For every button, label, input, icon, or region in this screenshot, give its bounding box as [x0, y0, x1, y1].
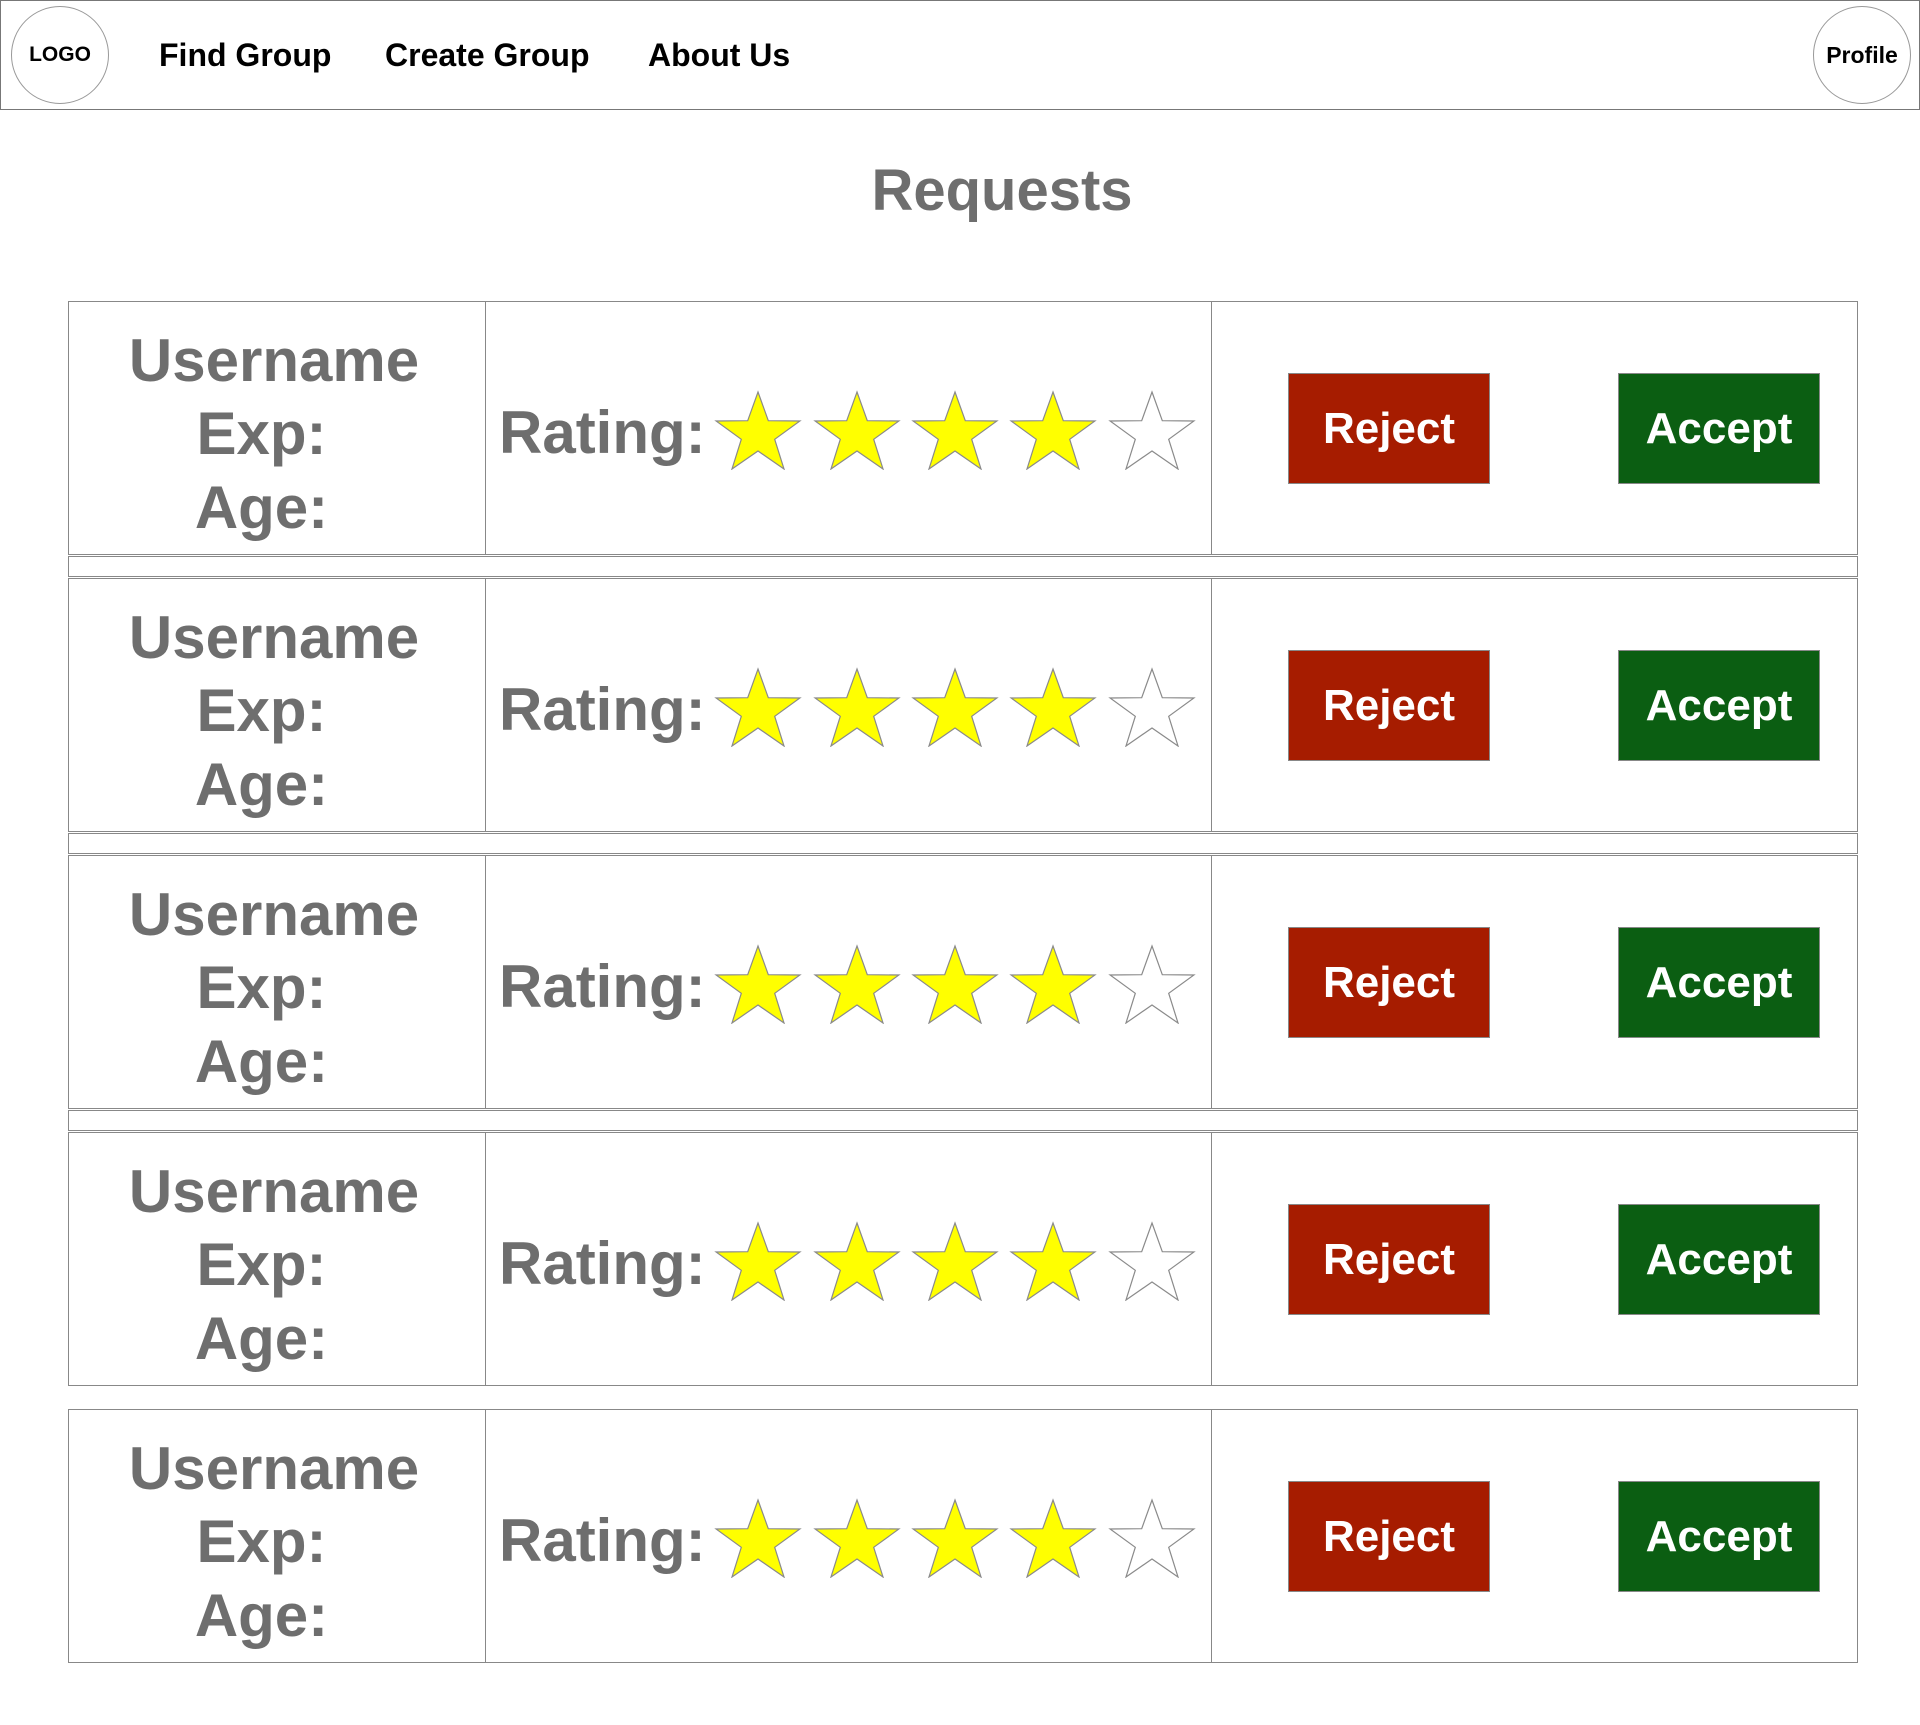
age-label: Age: — [194, 474, 329, 541]
star-empty-icon — [1108, 944, 1196, 1024]
column-divider — [485, 302, 486, 554]
accept-button[interactable]: Accept — [1618, 1204, 1820, 1315]
age-label: Age: — [194, 1028, 329, 1095]
star-filled-icon — [813, 1221, 901, 1301]
logo[interactable]: LOGO — [11, 6, 109, 104]
top-navbar: LOGO Find Group Create Group About Us Pr… — [0, 0, 1920, 110]
star-empty-icon — [1108, 1498, 1196, 1578]
age-label: Age: — [194, 751, 329, 818]
request-card: Username Exp: Age: Rating: Reject Accept — [68, 855, 1858, 1109]
star-filled-icon — [911, 1498, 999, 1578]
page-title: Requests — [871, 158, 1133, 223]
nav-link-about-us[interactable]: About Us — [648, 37, 790, 74]
reject-button[interactable]: Reject — [1288, 650, 1490, 761]
applicant-info: Username Exp: Age: — [69, 579, 479, 831]
column-divider — [485, 856, 486, 1108]
reject-button[interactable]: Reject — [1288, 1481, 1490, 1592]
rating-label: Rating: — [499, 1230, 706, 1297]
request-card: Username Exp: Age: Rating: Reject Accept — [68, 1409, 1858, 1663]
column-divider — [1211, 1410, 1212, 1662]
row-separator — [68, 833, 1858, 854]
reject-button[interactable]: Reject — [1288, 373, 1490, 484]
experience-label: Exp: — [196, 677, 327, 744]
star-filled-icon — [714, 1221, 802, 1301]
star-filled-icon — [911, 667, 999, 747]
star-empty-icon — [1108, 390, 1196, 470]
star-filled-icon — [714, 1498, 802, 1578]
star-filled-icon — [1009, 944, 1097, 1024]
column-divider — [1211, 302, 1212, 554]
applicant-info: Username Exp: Age: — [69, 1410, 479, 1662]
column-divider — [485, 1133, 486, 1385]
request-card: Username Exp: Age: Rating: Reject Accept — [68, 578, 1858, 832]
request-card: Username Exp: Age: Rating: Reject Accept — [68, 1132, 1858, 1386]
column-divider — [485, 1410, 486, 1662]
rating-label: Rating: — [499, 399, 706, 466]
star-filled-icon — [813, 1498, 901, 1578]
star-filled-icon — [714, 667, 802, 747]
nav-link-create-group[interactable]: Create Group — [385, 37, 589, 74]
rating-label: Rating: — [499, 1507, 706, 1574]
column-divider — [1211, 1133, 1212, 1385]
experience-label: Exp: — [196, 1508, 327, 1575]
experience-label: Exp: — [196, 1231, 327, 1298]
column-divider — [485, 579, 486, 831]
experience-label: Exp: — [196, 400, 327, 467]
column-divider — [1211, 579, 1212, 831]
applicant-info: Username Exp: Age: — [69, 302, 479, 554]
rating-label: Rating: — [499, 676, 706, 743]
star-filled-icon — [714, 944, 802, 1024]
reject-button[interactable]: Reject — [1288, 927, 1490, 1038]
username-label: Username — [128, 604, 420, 671]
accept-button[interactable]: Accept — [1618, 373, 1820, 484]
star-filled-icon — [911, 944, 999, 1024]
star-filled-icon — [1009, 667, 1097, 747]
star-filled-icon — [911, 1221, 999, 1301]
star-filled-icon — [1009, 1221, 1097, 1301]
star-empty-icon — [1108, 1221, 1196, 1301]
applicant-info: Username Exp: Age: — [69, 1133, 479, 1385]
star-filled-icon — [813, 944, 901, 1024]
row-separator — [68, 556, 1858, 577]
star-filled-icon — [1009, 1498, 1097, 1578]
username-label: Username — [128, 1435, 420, 1502]
accept-button[interactable]: Accept — [1618, 1481, 1820, 1592]
experience-label: Exp: — [196, 954, 327, 1021]
accept-button[interactable]: Accept — [1618, 927, 1820, 1038]
star-filled-icon — [813, 667, 901, 747]
star-empty-icon — [1108, 667, 1196, 747]
row-separator — [68, 1110, 1858, 1131]
rating-label: Rating: — [499, 953, 706, 1020]
nav-link-find-group[interactable]: Find Group — [159, 37, 331, 74]
username-label: Username — [128, 327, 420, 394]
profile-button[interactable]: Profile — [1813, 6, 1911, 104]
column-divider — [1211, 856, 1212, 1108]
star-filled-icon — [1009, 390, 1097, 470]
request-card: Username Exp: Age: Rating: Reject Accept — [68, 301, 1858, 555]
accept-button[interactable]: Accept — [1618, 650, 1820, 761]
age-label: Age: — [194, 1582, 329, 1649]
star-filled-icon — [813, 390, 901, 470]
applicant-info: Username Exp: Age: — [69, 856, 479, 1108]
username-label: Username — [128, 881, 420, 948]
age-label: Age: — [194, 1305, 329, 1372]
username-label: Username — [128, 1158, 420, 1225]
star-filled-icon — [714, 390, 802, 470]
star-filled-icon — [911, 390, 999, 470]
reject-button[interactable]: Reject — [1288, 1204, 1490, 1315]
